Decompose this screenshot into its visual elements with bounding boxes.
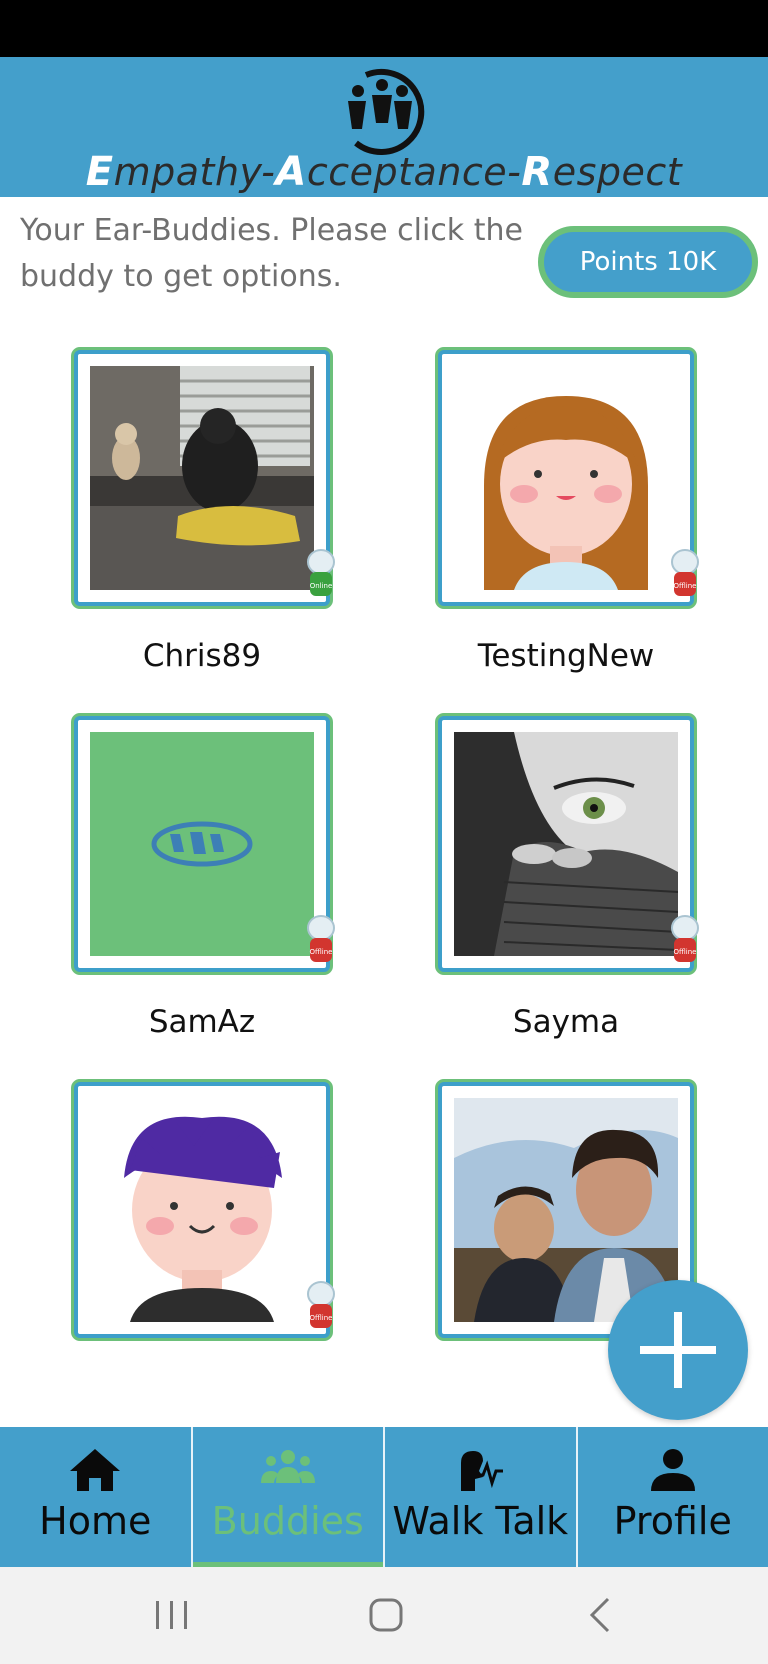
status-offline-icon: Offline: [307, 1281, 335, 1328]
svg-text:Online: Online: [310, 582, 333, 590]
nav-item-walk-talk[interactable]: Walk Talk: [385, 1427, 578, 1567]
buddies-icon: [260, 1450, 315, 1483]
buddy-avatar-frame[interactable]: [435, 347, 697, 609]
svg-text:Offline: Offline: [674, 582, 697, 590]
buddy-name: TestingNew: [477, 638, 655, 674]
status-offline-icon: Offline: [671, 915, 699, 962]
app-header: Empathy-Acceptance-Respect: [0, 57, 768, 197]
buddy-photo: [454, 366, 678, 590]
nav-label: Walk Talk: [392, 1499, 569, 1543]
system-nav-bar: [0, 1567, 768, 1664]
home-icon: [70, 1449, 121, 1491]
add-buddy-button[interactable]: [608, 1280, 748, 1420]
svg-text:Offline: Offline: [310, 948, 333, 956]
buddy-name: SamAz: [148, 1004, 256, 1040]
status-offline-icon: Offline: [671, 549, 699, 596]
nav-label: Buddies: [211, 1499, 364, 1543]
nav-label: Home: [39, 1499, 152, 1543]
walk-talk-icon: [461, 1451, 504, 1491]
nav-item-buddies[interactable]: Buddies: [192, 1427, 385, 1567]
buddy-photo: [454, 732, 678, 956]
bottom-nav: Home Buddies Walk Talk Profile: [0, 1427, 768, 1567]
buddy-avatar-frame[interactable]: [435, 713, 697, 975]
svg-text:Offline: Offline: [674, 948, 697, 956]
back-icon[interactable]: [582, 1595, 622, 1635]
intro-text: Your Ear-Buddies. Please click the buddy…: [20, 213, 523, 294]
nav-item-home[interactable]: Home: [0, 1427, 193, 1567]
buddy-name: Chris89: [142, 638, 262, 674]
buddy-photo: [90, 1098, 314, 1322]
buddy-avatar-frame[interactable]: [71, 347, 333, 609]
nav-item-profile[interactable]: Profile: [578, 1427, 768, 1567]
status-offline-icon: Offline: [307, 915, 335, 962]
buddy-avatar-frame[interactable]: [71, 713, 333, 975]
nav-label: Profile: [613, 1499, 732, 1543]
buddy-avatar-frame[interactable]: [71, 1079, 333, 1341]
svg-text:Offline: Offline: [310, 1314, 333, 1322]
buddy-photo: [90, 732, 314, 956]
status-online-icon: Online: [307, 549, 335, 596]
buddy-photo: [90, 366, 314, 590]
plus-icon: [640, 1312, 716, 1388]
recent-apps-icon[interactable]: [152, 1595, 192, 1635]
tagline: Empathy-Acceptance-Respect: [85, 149, 683, 195]
buddy-name: Sayma: [512, 1004, 620, 1040]
status-bar: [0, 0, 768, 57]
home-button-icon[interactable]: [366, 1595, 406, 1635]
points-button[interactable]: Points 10K: [538, 226, 758, 298]
profile-icon: [650, 1449, 695, 1491]
app-logo: [348, 68, 425, 155]
